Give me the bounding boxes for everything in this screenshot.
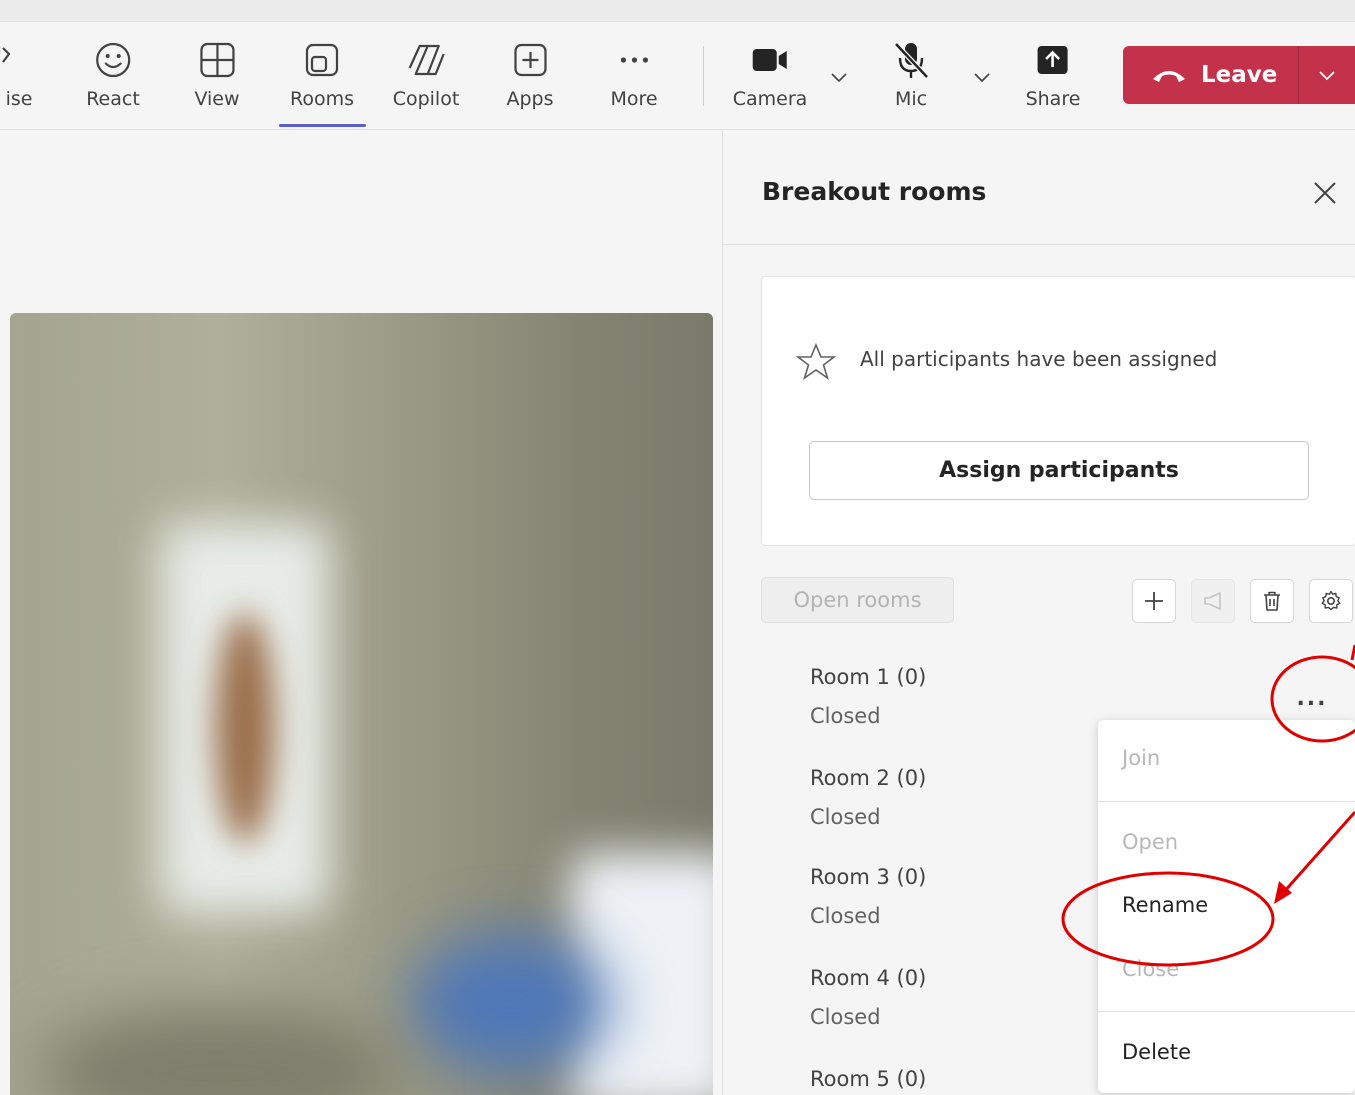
close-icon[interactable] [1310, 178, 1340, 208]
menu-separator [1098, 801, 1355, 802]
room-name: Room 4 (0) [810, 966, 927, 990]
mic-muted-icon [894, 42, 929, 79]
announcement-button[interactable] [1191, 579, 1235, 623]
rooms-icon [305, 43, 339, 77]
menu-item-join[interactable]: Join [1122, 746, 1160, 770]
room-name: Room 5 (0) [810, 1067, 927, 1091]
add-room-button[interactable] [1132, 579, 1176, 623]
toolbar-raise-label: ise [5, 88, 33, 110]
leave-label: Leave [1201, 62, 1278, 88]
panel-title: Breakout rooms [762, 177, 987, 206]
room-status: Closed [810, 805, 881, 829]
toolbar-camera-button[interactable]: Camera [732, 40, 808, 130]
toolbar-react-button[interactable]: React [86, 40, 140, 130]
toolbar-raise-button[interactable]: ise [0, 40, 39, 130]
toolbar-copilot-label: Copilot [392, 88, 460, 110]
more-dots-icon [620, 57, 648, 63]
assign-card: All participants have been assigned Assi… [761, 276, 1355, 546]
room-status: Closed [810, 1005, 881, 1029]
add-icon [1145, 592, 1163, 610]
room-name: Room 3 (0) [810, 865, 927, 889]
smiley-icon [95, 42, 131, 78]
chevron-down-icon [1319, 71, 1335, 81]
leave-main-area[interactable]: Leave [1123, 46, 1298, 104]
camera-options-chevron-icon[interactable] [828, 66, 850, 88]
gear-icon [1321, 590, 1341, 611]
toolbar-view-button[interactable]: View [194, 40, 240, 130]
video-blur-blue [410, 933, 610, 1073]
toolbar-view-label: View [194, 88, 240, 110]
meeting-toolbar: ise React View Rooms Copilot Apps More C… [0, 22, 1355, 130]
video-blur-figure [215, 613, 275, 843]
room-context-menu: Join Open Rename Close Delete [1098, 720, 1355, 1093]
leave-button[interactable]: Leave [1123, 46, 1355, 104]
toolbar-share-label: Share [1025, 88, 1081, 110]
raise-hand-icon [0, 46, 11, 63]
trash-icon [1264, 591, 1280, 611]
toolbar-apps-label: Apps [506, 88, 554, 110]
toolbar-more-label: More [610, 88, 658, 110]
leave-options-button[interactable] [1299, 64, 1355, 86]
menu-item-delete[interactable]: Delete [1122, 1040, 1191, 1064]
toolbar-mic-label: Mic [894, 88, 928, 110]
room-item[interactable]: Room 3 (0) Closed [810, 862, 1110, 931]
window-top-strip [0, 0, 1355, 22]
toolbar-apps-button[interactable]: Apps [506, 40, 554, 130]
announcement-icon [1204, 592, 1221, 610]
room-more-options-button[interactable]: ... [1290, 680, 1334, 716]
open-rooms-button[interactable]: Open rooms [761, 577, 954, 623]
room-name: Room 2 (0) [810, 766, 927, 790]
toolbar-camera-label: Camera [732, 88, 808, 110]
toolbar-rooms-label: Rooms [289, 88, 355, 110]
room-item[interactable]: Room 5 (0) [810, 1064, 1110, 1094]
delete-rooms-button[interactable] [1250, 579, 1294, 623]
room-status: Closed [810, 704, 881, 728]
camera-icon [753, 49, 787, 71]
menu-separator [1098, 1011, 1355, 1012]
hang-up-phone-icon [1153, 71, 1185, 82]
active-tab-indicator [279, 124, 366, 127]
room-settings-button[interactable] [1309, 579, 1353, 623]
toolbar-rooms-button[interactable]: Rooms [290, 40, 354, 130]
mic-options-chevron-icon[interactable] [971, 66, 993, 88]
menu-item-open[interactable]: Open [1122, 830, 1178, 854]
toolbar-react-label: React [86, 88, 140, 110]
panel-header: Breakout rooms [723, 131, 1355, 245]
assigned-message: All participants have been assigned [860, 347, 1218, 371]
room-item[interactable]: Room 4 (0) Closed [810, 963, 1110, 1032]
participant-video [10, 313, 713, 1095]
share-arrow-icon [1038, 46, 1068, 74]
menu-item-rename[interactable]: Rename [1122, 893, 1208, 917]
video-blur-floor [40, 1003, 400, 1095]
grid-view-icon [199, 42, 235, 78]
toolbar-share-button[interactable]: Share [1025, 40, 1081, 130]
toolbar-mic-button[interactable]: Mic [891, 40, 931, 130]
assign-participants-button[interactable]: Assign participants [809, 441, 1309, 500]
toolbar-more-button[interactable]: More [610, 40, 658, 130]
room-name: Room 1 (0) [810, 665, 927, 689]
star-icon [795, 342, 837, 380]
toolbar-divider [703, 46, 704, 106]
apps-plus-icon [513, 43, 547, 77]
room-status: Closed [810, 904, 881, 928]
copilot-icon [408, 44, 446, 76]
menu-item-close[interactable]: Close [1122, 957, 1179, 981]
toolbar-copilot-button[interactable]: Copilot [392, 40, 460, 130]
room-item[interactable]: Room 2 (0) Closed [810, 763, 1110, 832]
room-item[interactable]: Room 1 (0) Closed [810, 662, 1110, 731]
